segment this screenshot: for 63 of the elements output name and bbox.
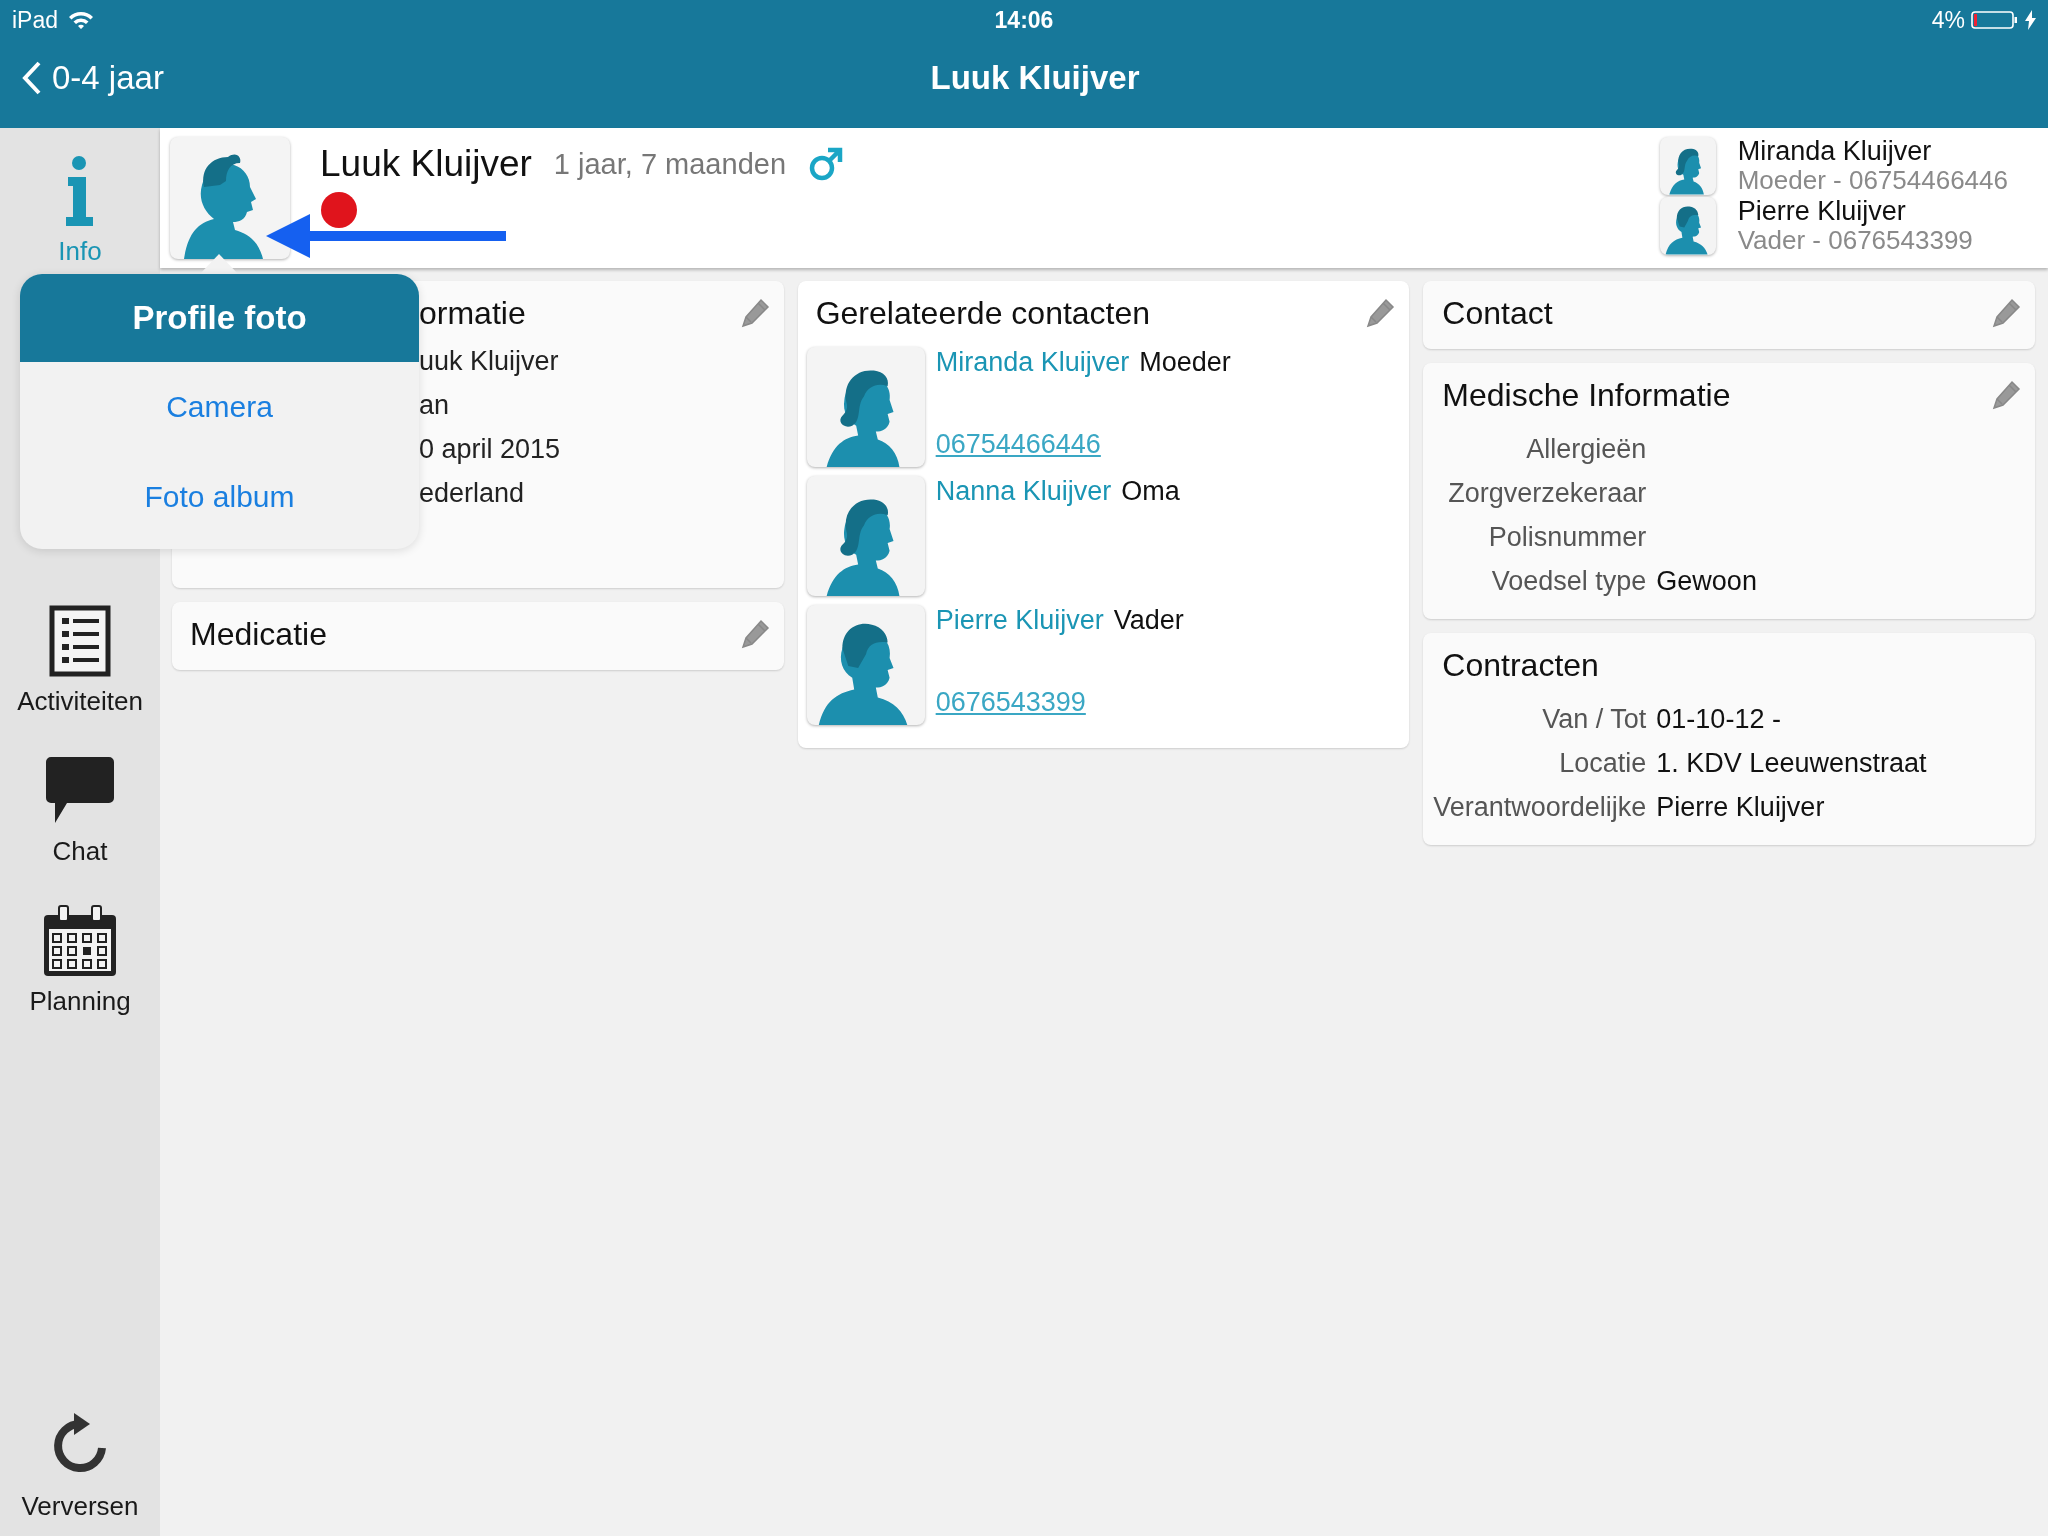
popover-title: Profile foto (20, 274, 419, 362)
marker-dot (320, 191, 358, 229)
profile-photo[interactable] (170, 137, 290, 259)
edit-icon[interactable] (739, 619, 770, 649)
child-name: Luuk Kluijver (320, 143, 532, 185)
field-value: Gewoon (1656, 565, 1758, 598)
field-label: Voedsel type (1490, 565, 1647, 598)
card-title: Gerelateerde contacten (815, 294, 1151, 332)
contact-relation: Moeder (1139, 347, 1231, 378)
contact-relation: Oma (1121, 476, 1180, 507)
card-title: ormatie (419, 294, 526, 332)
field-value: Pierre Kluijver (1656, 791, 1826, 824)
parent-name: Pierre Kluijver (1737, 197, 1907, 226)
list-icon (49, 605, 111, 677)
sidebar-item[interactable]: Planning (0, 895, 160, 1045)
field-label: Locatie (1558, 747, 1647, 780)
parent-detail: Vader - 0676543399 (1737, 226, 1973, 255)
sidebar-item[interactable]: Activiteiten (0, 595, 160, 745)
wifi-icon (68, 10, 95, 30)
field-value: an (419, 389, 451, 422)
popover-option[interactable]: Camera (20, 362, 419, 452)
calendar-icon (43, 905, 117, 977)
child-age: 1 jaar, 7 maanden (553, 147, 786, 181)
edit-icon[interactable] (1991, 298, 2021, 328)
phone-link[interactable]: 06754466446 (935, 429, 1231, 460)
battery-icon (1971, 10, 2019, 30)
contact-name[interactable]: Miranda Kluijver (935, 347, 1130, 378)
edit-icon[interactable] (1991, 380, 2021, 410)
refresh-button[interactable]: Verversen (0, 1402, 160, 1522)
back-button[interactable]: 0-4 jaar (22, 59, 164, 97)
field-value: ederland (419, 477, 526, 510)
card-title: Medische Informatie (1442, 376, 1731, 414)
card-title: Contracten (1442, 646, 1599, 684)
edit-icon[interactable] (1365, 298, 1396, 328)
contact-relation: Vader (1113, 605, 1184, 636)
popover-option[interactable]: Foto album (20, 452, 419, 542)
card-title: Medicatie (190, 615, 327, 653)
page-title: Luuk Kluijver (930, 59, 1140, 97)
phone-link[interactable]: 0676543399 (935, 687, 1184, 718)
field-label: Allergieën (1525, 433, 1647, 466)
clock-time: 14:06 (994, 6, 1054, 34)
field-label: Polisnummer (1487, 521, 1647, 554)
info-icon (65, 155, 95, 227)
parent-photo (1659, 197, 1716, 255)
card-title: Contact (1442, 294, 1553, 332)
male-icon (808, 146, 844, 182)
contact-name[interactable]: Nanna Kluijver (935, 476, 1112, 507)
sidebar-item[interactable]: Chat (0, 745, 160, 895)
chevron-icon (22, 60, 42, 96)
contact-name[interactable]: Pierre Kluijver (935, 605, 1104, 636)
parent-name: Miranda Kluijver (1737, 137, 1933, 166)
parent-photo (1659, 137, 1716, 195)
parent-detail: Moeder - 06754466446 (1737, 166, 2008, 195)
field-label: Van / Tot (1541, 703, 1647, 736)
field-value: 01-10-12 - (1656, 703, 1782, 736)
battery-percent: 4% (1931, 6, 1965, 34)
edit-icon[interactable] (739, 298, 770, 328)
field-label: Zorgverzekeraar (1447, 477, 1647, 510)
field-value: 1. KDV Leeuwenstraat (1656, 747, 1928, 780)
field-value: uuk Kluijver (419, 345, 560, 378)
field-label: Verantwoordelijke (1432, 791, 1647, 824)
field-value: 0 april 2015 (419, 433, 562, 466)
device-name: iPad (12, 6, 59, 34)
